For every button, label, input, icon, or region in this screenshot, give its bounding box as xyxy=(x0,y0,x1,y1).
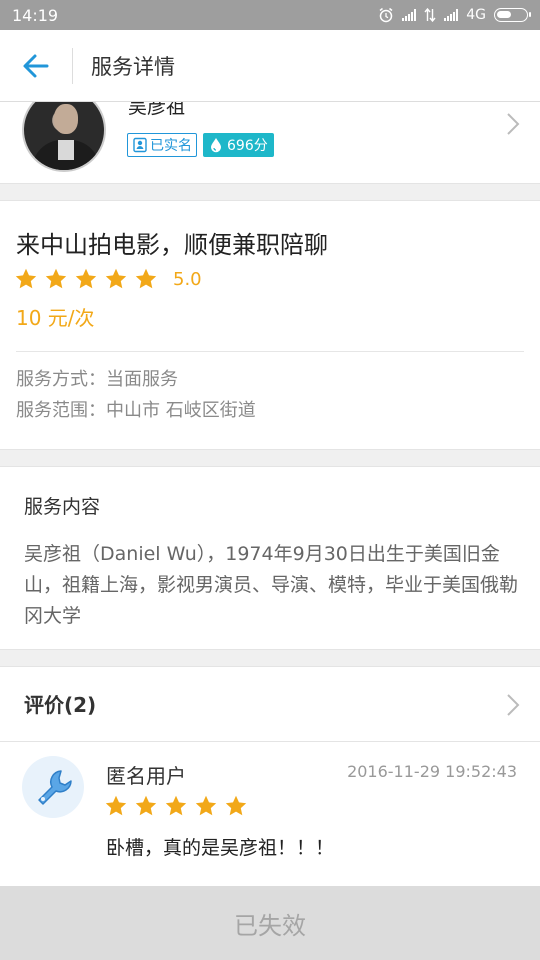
status-time: 14:19 xyxy=(12,5,59,25)
service-method: 服务方式：当面服务 xyxy=(16,369,178,390)
review-text: 卧槽，真的是吴彦祖！！！ xyxy=(106,837,335,859)
reviews-header[interactable]: 评价(2) xyxy=(0,666,540,742)
status-icons: 4G xyxy=(378,7,531,23)
signal-icon xyxy=(444,9,459,21)
star-icon xyxy=(135,268,157,289)
review-rating-stars xyxy=(104,794,248,818)
expired-button[interactable]: 已失效 xyxy=(0,886,540,960)
verified-badge: 已实名 xyxy=(127,133,197,157)
description-card: 服务内容 吴彦祖（Daniel Wu），1974年9月30日出生于美国旧金山，祖… xyxy=(0,466,540,650)
service-title: 来中山拍电影，顺便兼职陪聊 xyxy=(16,231,328,259)
service-price: 10 元/次 xyxy=(16,306,95,330)
reviewer-name: 匿名用户 xyxy=(106,764,186,788)
star-icon xyxy=(135,795,157,816)
verified-label: 已实名 xyxy=(150,138,192,154)
provider-name: 吴彦祖 xyxy=(128,102,186,118)
reviewer-avatar xyxy=(22,756,84,818)
review-item: 匿名用户 2016-11-29 19:52:43 卧槽，真的是吴彦祖！！！ xyxy=(0,742,540,886)
back-button[interactable] xyxy=(0,30,72,102)
chevron-right-icon xyxy=(507,694,520,716)
reviews-title: 评价(2) xyxy=(24,693,97,717)
provider-avatar[interactable] xyxy=(22,102,106,172)
star-icon xyxy=(105,268,127,289)
scroll-content[interactable]: 吴彦祖 已实名 696分 来中山拍电影，顺便兼职陪聊 5.0 10 元/次 服务… xyxy=(0,102,540,886)
star-icon xyxy=(225,795,247,816)
service-rating-stars xyxy=(14,267,158,291)
star-icon xyxy=(15,268,37,289)
description-title: 服务内容 xyxy=(24,496,101,518)
star-icon xyxy=(105,795,127,816)
battery-icon xyxy=(494,8,531,22)
chevron-right-icon xyxy=(507,113,520,135)
provider-card[interactable]: 吴彦祖 已实名 696分 xyxy=(0,102,540,184)
service-area: 服务范围：中山市 石岐区街道 xyxy=(16,400,256,421)
score-label: 696分 xyxy=(227,138,268,154)
page-title: 服务详情 xyxy=(91,54,175,79)
star-icon xyxy=(195,795,217,816)
star-icon xyxy=(165,795,187,816)
network-type: 4G xyxy=(466,7,486,23)
alarm-icon xyxy=(379,7,393,23)
divider xyxy=(16,351,524,352)
arrow-left-icon xyxy=(23,54,49,77)
data-arrows-icon xyxy=(424,8,436,22)
star-icon xyxy=(45,268,67,289)
review-time: 2016-11-29 19:52:43 xyxy=(347,762,517,781)
id-card-icon xyxy=(133,137,147,153)
service-rating-value: 5.0 xyxy=(173,269,202,290)
star-icon xyxy=(75,268,97,289)
drop-icon xyxy=(211,138,221,153)
header-divider xyxy=(72,47,73,84)
app-header: 服务详情 xyxy=(0,30,540,102)
status-bar: 14:19 4G xyxy=(0,0,540,30)
signal-icon xyxy=(402,9,417,21)
provider-badges: 已实名 696分 xyxy=(127,133,274,157)
description-body: 吴彦祖（Daniel Wu），1974年9月30日出生于美国旧金山，祖籍上海，影… xyxy=(24,543,519,627)
anonymous-user-icon xyxy=(38,770,72,805)
expired-label: 已失效 xyxy=(234,911,306,940)
score-badge: 696分 xyxy=(203,133,274,157)
service-card: 来中山拍电影，顺便兼职陪聊 5.0 10 元/次 服务方式：当面服务 服务范围：… xyxy=(0,200,540,450)
